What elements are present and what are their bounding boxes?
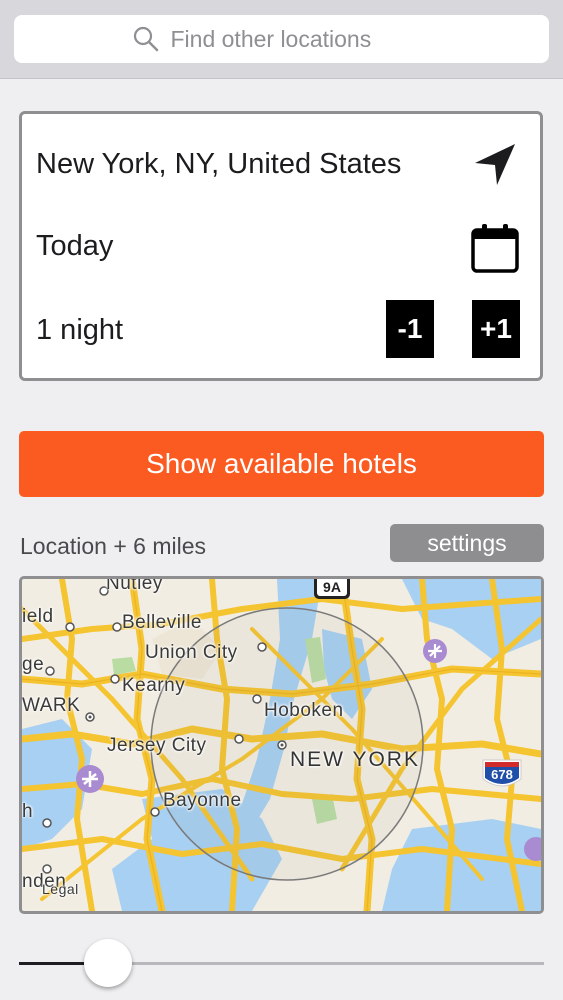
map-label-h: h xyxy=(22,801,34,822)
location-value: New York, NY, United States xyxy=(36,147,402,180)
search-bar xyxy=(0,0,563,79)
increase-nights-button[interactable]: +1 xyxy=(472,300,520,358)
date-value: Today xyxy=(36,229,114,262)
location-row[interactable]: New York, NY, United States xyxy=(22,134,540,194)
airport-icon xyxy=(76,765,104,793)
map-label-hoboken: Hoboken xyxy=(264,700,344,721)
calendar-icon[interactable] xyxy=(470,222,520,274)
slider-track-empty xyxy=(108,962,544,965)
svg-text:9A: 9A xyxy=(323,579,341,595)
search-form-card: New York, NY, United States Today 1 nigh… xyxy=(19,111,543,381)
map-label-field: ield xyxy=(22,606,54,627)
map-label-kearny: Kearny xyxy=(122,675,186,696)
nights-value: 1 night xyxy=(36,313,124,346)
svg-text:678: 678 xyxy=(491,767,513,782)
nights-row: 1 night -1 +1 xyxy=(22,300,540,360)
radius-label: Location + 6 miles xyxy=(20,533,207,559)
map-legal-link[interactable]: Legal xyxy=(42,881,79,897)
map-view[interactable]: 9A 678 Nutley Belleville ield Union City… xyxy=(19,576,544,914)
search-box[interactable] xyxy=(14,15,549,63)
date-row[interactable]: Today xyxy=(22,216,540,276)
search-icon xyxy=(133,26,159,52)
settings-button[interactable]: settings xyxy=(390,524,544,562)
map-label-wark: WARK xyxy=(22,695,81,716)
map-label-union-city: Union City xyxy=(145,642,238,663)
map-label-nutley: Nutley xyxy=(106,576,163,594)
radius-slider[interactable] xyxy=(19,938,544,988)
current-location-icon[interactable] xyxy=(472,141,518,187)
decrease-nights-button[interactable]: -1 xyxy=(386,300,434,358)
map-graphic: 9A 678 xyxy=(22,579,541,911)
map-label-belleville: Belleville xyxy=(122,612,202,633)
show-available-hotels-button[interactable]: Show available hotels xyxy=(19,431,544,497)
search-input[interactable] xyxy=(170,25,431,53)
slider-thumb[interactable] xyxy=(84,939,133,987)
map-label-bayonne: Bayonne xyxy=(163,790,242,811)
map-label-new-york: NEW YORK xyxy=(290,748,420,771)
map-label-ge: ge xyxy=(22,654,45,675)
map-label-jersey-city: Jersey City xyxy=(107,735,207,756)
